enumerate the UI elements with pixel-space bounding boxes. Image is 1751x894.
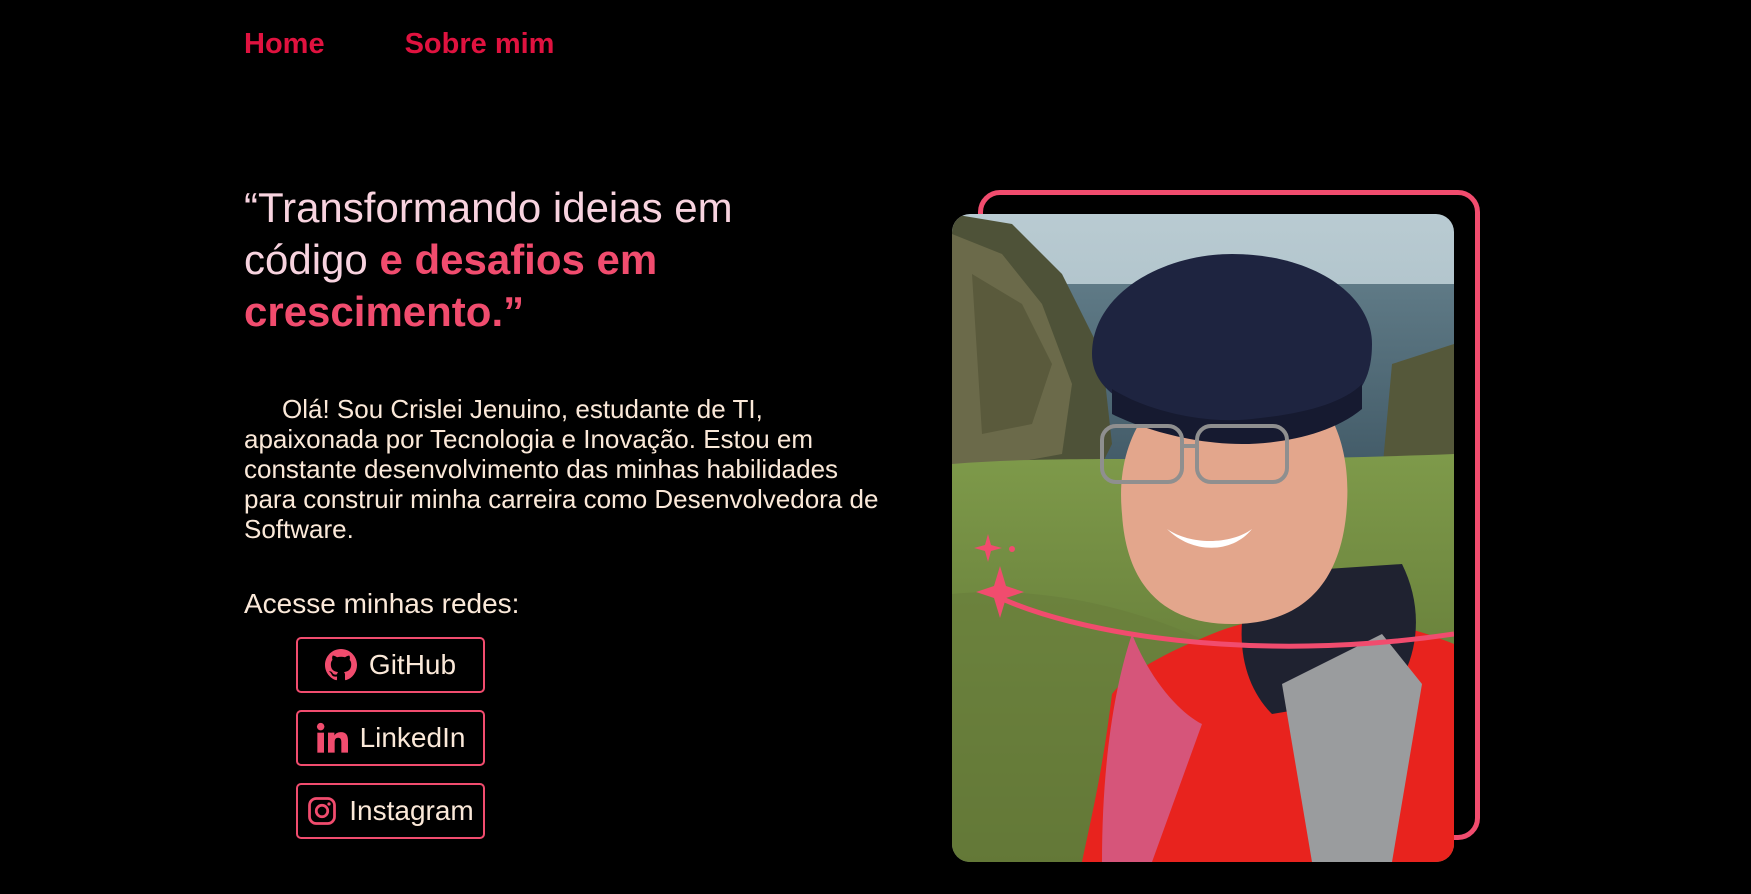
nav-home-link[interactable]: Home (244, 28, 325, 61)
instagram-label: Instagram (349, 795, 474, 826)
page: Home Sobre mim “Transformando ideias em … (0, 0, 1751, 894)
instagram-button[interactable]: Instagram (296, 783, 485, 839)
instagram-icon (307, 796, 337, 826)
linkedin-label: LinkedIn (359, 722, 466, 753)
nav-about-link[interactable]: Sobre mim (405, 28, 555, 61)
linkedin-icon (316, 722, 348, 754)
github-icon (324, 649, 357, 681)
top-nav: Home Sobre mim (244, 28, 554, 61)
profile-photo (952, 214, 1454, 862)
hero-headline: “Transformando ideias em código e desafi… (244, 182, 844, 338)
profile-photo-container (950, 190, 1482, 864)
intro-paragraph: Olá! Sou Crislei Jenuino, estudante de T… (244, 394, 879, 544)
github-label: GitHub (368, 649, 457, 680)
linkedin-button[interactable]: LinkedIn (296, 710, 485, 766)
networks-title: Acesse minhas redes: (244, 588, 520, 619)
github-button[interactable]: GitHub (296, 637, 485, 693)
